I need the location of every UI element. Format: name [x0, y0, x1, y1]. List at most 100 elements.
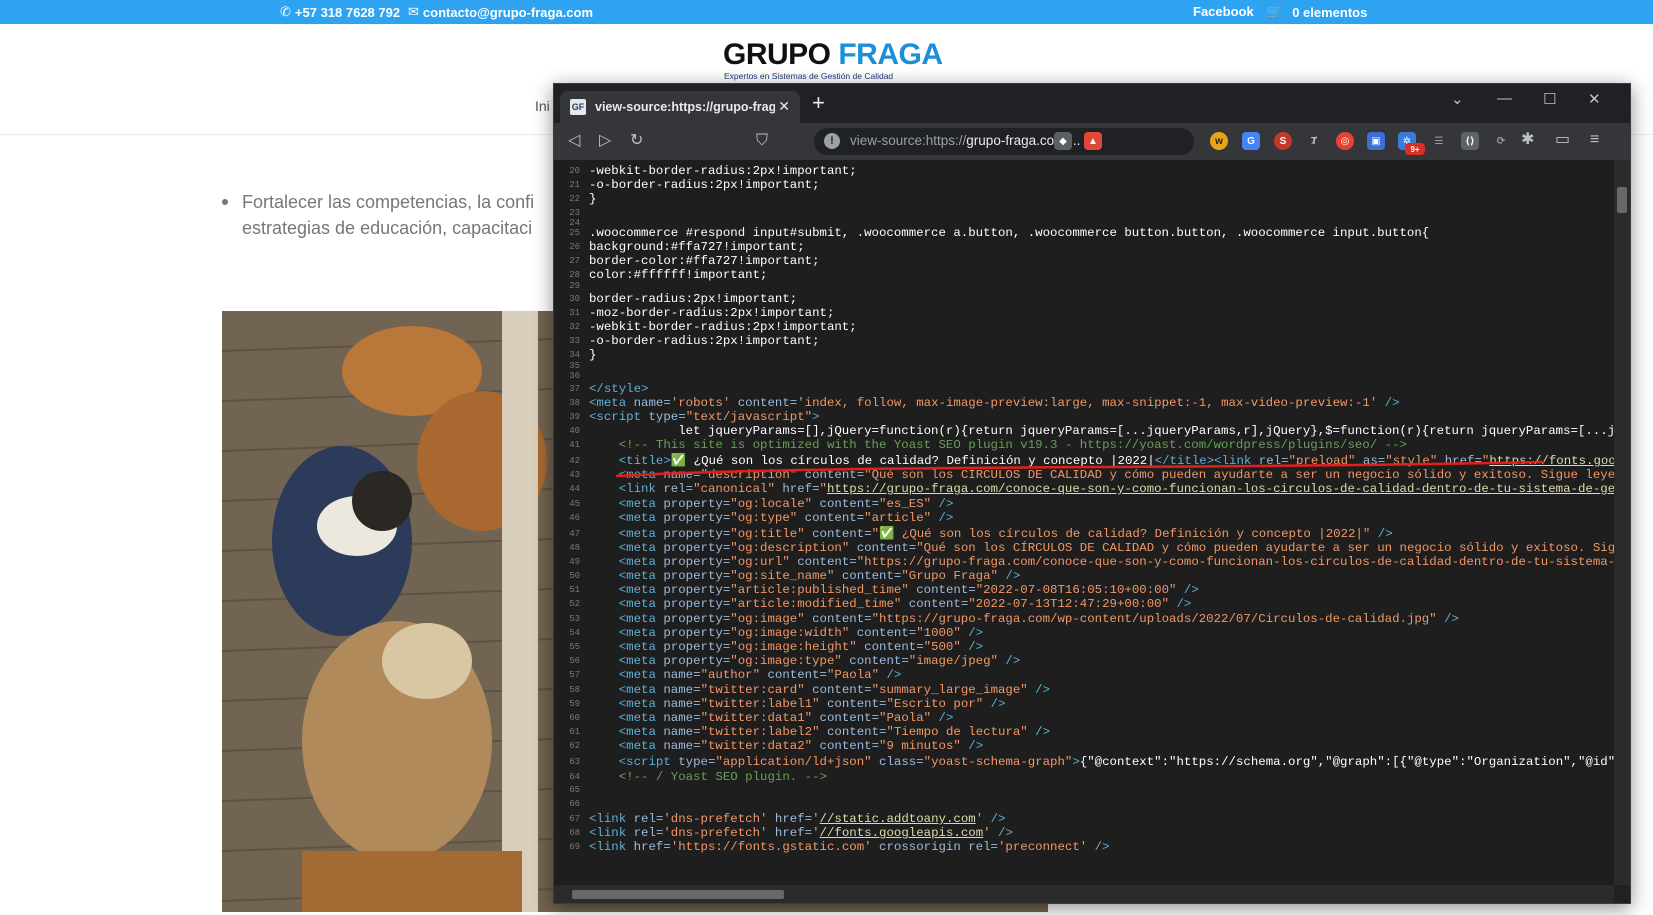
line-number: 57: [569, 670, 580, 680]
brave-rewards-icon[interactable]: ▲: [1084, 132, 1102, 150]
reload-icon[interactable]: ↻: [630, 131, 643, 151]
line-code: border-radius:2px!important;: [589, 292, 798, 306]
extension-translate-icon[interactable]: G: [1242, 132, 1260, 150]
extension-stack-icon[interactable]: ☰: [1430, 132, 1448, 150]
line-code: <meta name="twitter:label2" content="Tie…: [618, 725, 1051, 739]
line-number: 33: [569, 336, 580, 346]
line-number: 41: [569, 440, 580, 450]
line-code: <meta property="og:image:type" content="…: [618, 654, 1021, 668]
line-code: .woocommerce #respond input#submit, .woo…: [589, 226, 1430, 240]
wallet-icon[interactable]: ▭: [1555, 130, 1570, 150]
close-tab-icon[interactable]: ✕: [778, 98, 790, 115]
view-source-code[interactable]: 20 -webkit-border-radius:2px!important; 21…: [554, 160, 1614, 885]
line-code: <meta name="description" content="Qué so…: [618, 468, 1614, 482]
line-code: <meta property="article:published_time" …: [618, 583, 1199, 597]
line-number: 43: [569, 470, 580, 480]
address-bar[interactable]: ! view-source:https://grupo-fraga.com/..…: [814, 128, 1194, 155]
line-number: 50: [569, 571, 580, 581]
line-number: 32: [569, 322, 580, 332]
line-code: <!-- This site is optimized with the Yoa…: [618, 438, 1407, 452]
back-icon[interactable]: ◁: [568, 131, 580, 151]
address-bar-url: view-source:https://grupo-fraga.com/...: [850, 133, 1081, 148]
line-code: let jqueryParams=[],jQuery=function(r){r…: [589, 424, 1614, 438]
logo-word-grupo: GRUPO: [723, 38, 831, 71]
line-code: <meta property="og:image" content="https…: [618, 612, 1459, 626]
close-window-icon[interactable]: ✕: [1588, 90, 1601, 108]
line-number: 65: [569, 785, 580, 795]
line-code: color:#ffffff!important;: [589, 268, 768, 282]
line-code: -o-border-radius:2px!important;: [589, 178, 820, 192]
email-link[interactable]: ✉ contacto@grupo-fraga.com: [408, 4, 593, 20]
browser-titlebar: GF view-source:https://grupo-fraga.c ✕ +…: [554, 84, 1630, 123]
line-number: 30: [569, 294, 580, 304]
logo-word-fraga: FRAGA: [838, 38, 943, 71]
extensions-icon[interactable]: ✱: [1521, 130, 1534, 150]
minimize-icon[interactable]: —: [1497, 90, 1512, 107]
cart-link[interactable]: 🛒 0 elementos: [1266, 4, 1367, 20]
line-code: }: [589, 192, 597, 206]
browser-window[interactable]: GF view-source:https://grupo-fraga.c ✕ +…: [553, 83, 1631, 904]
menu-icon[interactable]: ≡: [1590, 130, 1599, 150]
tab-search-icon[interactable]: ⌄: [1451, 90, 1464, 108]
line-code: <meta property="og:locale" content="es_E…: [618, 497, 954, 511]
line-code: <meta property="og:url" content="https:/…: [618, 555, 1614, 569]
vertical-scrollbar[interactable]: [1614, 160, 1630, 885]
new-tab-icon[interactable]: +: [812, 92, 825, 114]
extension-color-icon[interactable]: ◎: [1336, 132, 1354, 150]
vertical-scroll-thumb[interactable]: [1617, 187, 1627, 213]
extension-seo-icon[interactable]: S: [1274, 132, 1292, 150]
extension-blue-icon[interactable]: ▣: [1367, 132, 1385, 150]
line-code: -webkit-border-radius:2px!important;: [589, 320, 857, 334]
top-contact-bar: ✆ +57 318 7628 792 ✉ contacto@grupo-fraga.…: [0, 0, 1653, 24]
line-code: -moz-border-radius:2px!important;: [589, 306, 835, 320]
horizontal-scrollbar[interactable]: [554, 885, 1614, 903]
line-number: 26: [569, 242, 580, 252]
facebook-link[interactable]: Facebook: [1193, 4, 1254, 19]
line-number: 27: [569, 256, 580, 266]
line-number: 31: [569, 308, 580, 318]
line-number: 49: [569, 557, 580, 567]
line-number: 56: [569, 656, 580, 666]
line-number: 39: [569, 412, 580, 422]
bookmark-icon[interactable]: ⛉: [756, 131, 768, 151]
line-number: 59: [569, 699, 580, 709]
line-number: 69: [569, 842, 580, 852]
nav-item-inicio[interactable]: Ini: [535, 98, 550, 114]
line-number: 53: [569, 614, 580, 624]
line-code: background:#ffa727!important;: [589, 240, 805, 254]
line-code: <script type="text/javascript">: [589, 410, 820, 424]
line-code: <link rel='dns-prefetch' href='//static.…: [589, 812, 1006, 826]
line-number: 67: [569, 814, 580, 824]
line-number: 63: [569, 757, 580, 767]
line-code: <meta name="author" content="Paola" />: [618, 668, 902, 682]
line-code: <link rel='dns-prefetch' href='//fonts.g…: [589, 826, 1013, 840]
line-code: <link href='https://fonts.gstatic.com' c…: [589, 840, 1110, 854]
site-logo[interactable]: GRUPO FRAGA Expertos en Sistemas de Gest…: [723, 38, 943, 82]
brave-shield-icon[interactable]: ◆: [1054, 132, 1072, 150]
phone-icon: ✆: [280, 4, 291, 19]
extension-code-icon[interactable]: ⟨⟩: [1461, 132, 1479, 150]
line-code: <meta name="twitter:data2" content="9 mi…: [618, 739, 984, 753]
line-number: 52: [569, 599, 580, 609]
horizontal-scroll-thumb[interactable]: [572, 890, 784, 899]
extension-sync-icon[interactable]: ⟳: [1492, 132, 1510, 150]
line-code: <meta property="og:description" content=…: [618, 541, 1614, 555]
extension-w-icon[interactable]: w: [1210, 132, 1228, 150]
browser-tab[interactable]: GF view-source:https://grupo-fraga.c ✕: [560, 91, 800, 123]
line-code: <meta property="og:site_name" content="G…: [618, 569, 1021, 583]
line-code: <link rel="canonical" href="https://grup…: [618, 482, 1614, 496]
line-code: <meta name="twitter:card" content="summa…: [618, 683, 1051, 697]
line-code: -o-border-radius:2px!important;: [589, 334, 820, 348]
forward-icon[interactable]: ▷: [599, 131, 611, 151]
line-number: 46: [569, 513, 580, 523]
line-number: 20: [569, 166, 580, 176]
info-icon[interactable]: !: [824, 133, 840, 149]
line-number: 21: [569, 180, 580, 190]
bullet-text-line1: Fortalecer las competencias, la confi: [242, 192, 535, 212]
logo-tagline: Expertos en Sistemas de Gestión de Calid…: [724, 71, 894, 81]
maximize-icon[interactable]: ☐: [1543, 90, 1556, 108]
line-code: </style>: [589, 382, 649, 396]
line-number: 58: [569, 685, 580, 695]
phone-link[interactable]: ✆ +57 318 7628 792: [280, 4, 400, 20]
extension-font-icon[interactable]: Ⱦ: [1305, 132, 1323, 150]
